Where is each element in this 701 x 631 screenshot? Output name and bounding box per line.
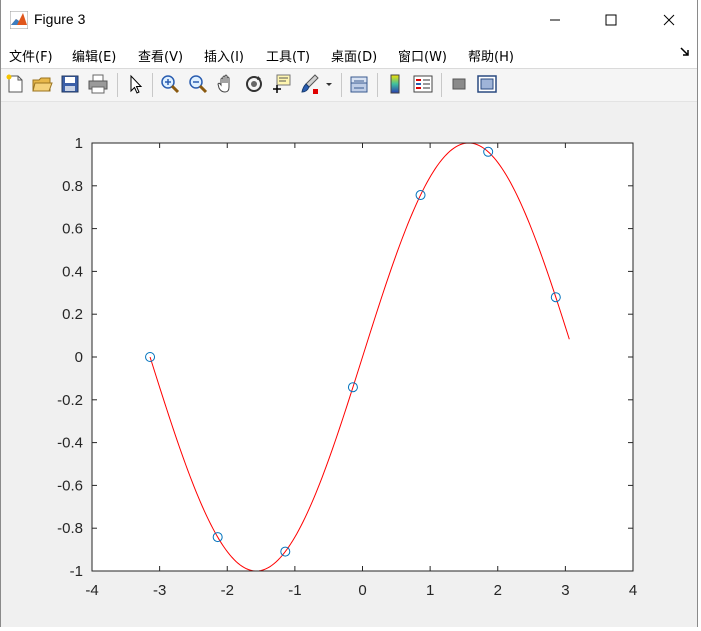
matlab-logo-icon bbox=[10, 11, 28, 29]
menu-edit[interactable]: 编辑(E) bbox=[72, 46, 116, 65]
y-tick-label: -0.6 bbox=[57, 477, 83, 494]
show-plot-tools-icon[interactable] bbox=[476, 73, 498, 95]
open-file-icon[interactable] bbox=[31, 73, 53, 95]
y-tick-label: 0.4 bbox=[62, 263, 83, 280]
pointer-icon[interactable] bbox=[124, 73, 146, 95]
x-tick-label: 0 bbox=[358, 582, 366, 599]
figure-toolbar bbox=[1, 69, 697, 102]
maximize-button[interactable] bbox=[588, 0, 634, 40]
menu-insert[interactable]: 插入(I) bbox=[204, 46, 244, 65]
close-button[interactable] bbox=[646, 0, 692, 40]
menu-view[interactable]: 查看(V) bbox=[138, 46, 183, 65]
maximize-icon bbox=[605, 14, 617, 26]
dock-arrow-icon[interactable] bbox=[679, 46, 691, 58]
x-tick-label: -1 bbox=[288, 582, 301, 599]
y-tick-label: -0.8 bbox=[57, 520, 83, 537]
y-tick-label: 0.6 bbox=[62, 221, 83, 238]
colorbar-icon[interactable] bbox=[384, 73, 406, 95]
y-tick-label: 0 bbox=[75, 349, 83, 366]
pan-hand-icon[interactable] bbox=[215, 73, 237, 95]
toolbar-separator bbox=[441, 73, 442, 97]
brush-icon[interactable] bbox=[299, 73, 321, 95]
minimize-icon bbox=[550, 19, 560, 21]
y-tick-label: -1 bbox=[70, 563, 83, 580]
toolbar-separator bbox=[377, 73, 378, 97]
title-bar: Figure 3 bbox=[1, 0, 697, 40]
x-tick-label: -2 bbox=[221, 582, 234, 599]
toolbar-separator bbox=[117, 73, 118, 97]
menu-file[interactable]: 文件(F) bbox=[9, 46, 53, 65]
print-icon[interactable] bbox=[87, 73, 109, 95]
y-tick-label: 1 bbox=[75, 135, 83, 152]
y-tick-label: 0.8 bbox=[62, 178, 83, 195]
close-icon bbox=[663, 14, 675, 26]
y-tick-label: -0.4 bbox=[57, 435, 83, 452]
x-tick-label: 3 bbox=[561, 582, 569, 599]
menu-desktop[interactable]: 桌面(D) bbox=[331, 46, 377, 65]
menu-bar: 文件(F) 编辑(E) 查看(V) 插入(I) 工具(T) 桌面(D) 窗口(W… bbox=[1, 40, 697, 68]
menu-window[interactable]: 窗口(W) bbox=[398, 46, 447, 65]
minimize-button[interactable] bbox=[532, 0, 578, 40]
x-tick-label: 1 bbox=[426, 582, 434, 599]
brush-dropdown-icon[interactable] bbox=[323, 73, 335, 95]
menu-tools[interactable]: 工具(T) bbox=[266, 46, 310, 65]
window-title: Figure 3 bbox=[34, 11, 86, 27]
data-cursor-icon[interactable] bbox=[271, 73, 293, 95]
hide-plot-tools-icon[interactable] bbox=[448, 73, 470, 95]
link-plot-icon[interactable] bbox=[348, 73, 370, 95]
x-tick-label: -4 bbox=[85, 582, 98, 599]
x-tick-label: 2 bbox=[494, 582, 502, 599]
figure-window: Figure 3 文件(F) 编辑(E) 查看(V) 插入(I) 工具(T) 桌… bbox=[0, 0, 698, 627]
toolbar-separator bbox=[341, 73, 342, 97]
rotate-3d-icon[interactable] bbox=[243, 73, 265, 95]
menu-help[interactable]: 帮助(H) bbox=[468, 46, 514, 65]
save-icon[interactable] bbox=[59, 73, 81, 95]
zoom-in-icon[interactable] bbox=[159, 73, 181, 95]
zoom-out-icon[interactable] bbox=[187, 73, 209, 95]
toolbar-separator bbox=[152, 73, 153, 97]
legend-icon[interactable] bbox=[412, 73, 434, 95]
x-tick-label: 4 bbox=[629, 582, 637, 599]
y-tick-label: -0.2 bbox=[57, 392, 83, 409]
y-tick-label: 0.2 bbox=[62, 306, 83, 323]
figure-canvas: -4 -3 -2 -1 0 1 2 3 4 -1 -0.8 -0.6 -0.4 -0.2 0 0.2 0.4 0.… bbox=[1, 102, 697, 627]
x-tick-label: -3 bbox=[153, 582, 166, 599]
new-figure-icon[interactable] bbox=[4, 73, 26, 95]
plot-svg: -4 -3 -2 -1 0 1 2 3 4 -1 -0.8 -0.6 -0.4 -0.2 0 0.2 0.4 0.… bbox=[57, 135, 637, 599]
